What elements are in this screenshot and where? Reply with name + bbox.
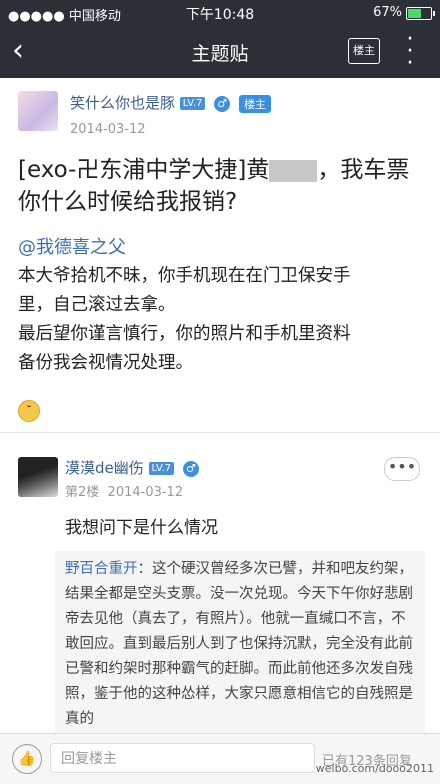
username[interactable]: 笑什么你也是豚 — [70, 94, 175, 112]
username-line: 漠漠de幽伤 LV.7 ♂ — [65, 457, 199, 478]
post-date: 2014-03-12 — [70, 122, 146, 137]
level-badge: LV.7 — [148, 462, 175, 475]
battery-percent: 67% — [373, 5, 402, 20]
post-body: 本大爷拾机不昧，你手机现在在门卫保安手 里，自己滚过去拿。 最后望你谨言慎行，你… — [18, 266, 351, 373]
male-icon: ♂ — [214, 95, 231, 112]
nav-bar: ‹ 主题贴 楼主 · · · — [0, 26, 440, 78]
male-icon: ♂ — [182, 460, 199, 477]
watermark: weibo.com/dooo2011 — [315, 762, 434, 775]
quote-author[interactable]: 野百合重开 — [65, 561, 138, 577]
more-options-button[interactable]: ••• — [384, 457, 420, 481]
face-emoji-icon: ˘ — [18, 400, 40, 422]
op-badge: 楼主 — [238, 94, 271, 113]
quoted-reply: 野百合重开：这个硬汉曾经多次已譬，并和吧友约架，结果全都是空头支票。没一次兑现。… — [55, 551, 425, 733]
thumbs-up-icon[interactable]: 👍 — [12, 744, 42, 774]
avatar[interactable] — [18, 91, 58, 131]
floor-info: 第2楼 2014-03-12 — [65, 485, 184, 500]
quote-text: ：这个硬汉曾经多次已譬，并和吧友约架，结果全都是空头支票。没一次兑现。今天下午你… — [65, 561, 413, 727]
mention-link[interactable]: @我德喜之父 — [18, 233, 126, 259]
level-badge: LV.7 — [179, 97, 206, 110]
username-line: 笑什么你也是豚 LV.7 ♂ 楼主 — [70, 92, 271, 113]
only-op-button[interactable]: 楼主 — [348, 38, 380, 64]
avatar[interactable] — [18, 457, 58, 497]
reply-input[interactable]: 回复楼主 — [50, 743, 315, 773]
vertical-dots-icon[interactable]: · · · — [405, 29, 415, 75]
censor-mosaic — [269, 159, 318, 182]
reply-post: 漠漠de幽伤 LV.7 ♂ 第2楼 2014-03-12 ••• 我想问下是什么… — [0, 433, 440, 733]
username[interactable]: 漠漠de幽伤 — [65, 459, 144, 477]
status-bar: ●●●●● 中国移动 下午10:48 67% — [0, 0, 440, 26]
reply-text: 我想问下是什么情况 — [65, 518, 218, 538]
reply-bar: 👍 回复楼主 已有123条回复 weibo.com/dooo2011 — [0, 733, 440, 784]
battery-icon — [406, 7, 435, 20]
post-title: [exo-卍东浦中学大捷]黄 ，我车票你什么时候给我报销? — [18, 157, 410, 215]
main-post: 笑什么你也是豚 LV.7 ♂ 楼主 2014-03-12 [exo-卍东浦中学大… — [0, 78, 440, 430]
